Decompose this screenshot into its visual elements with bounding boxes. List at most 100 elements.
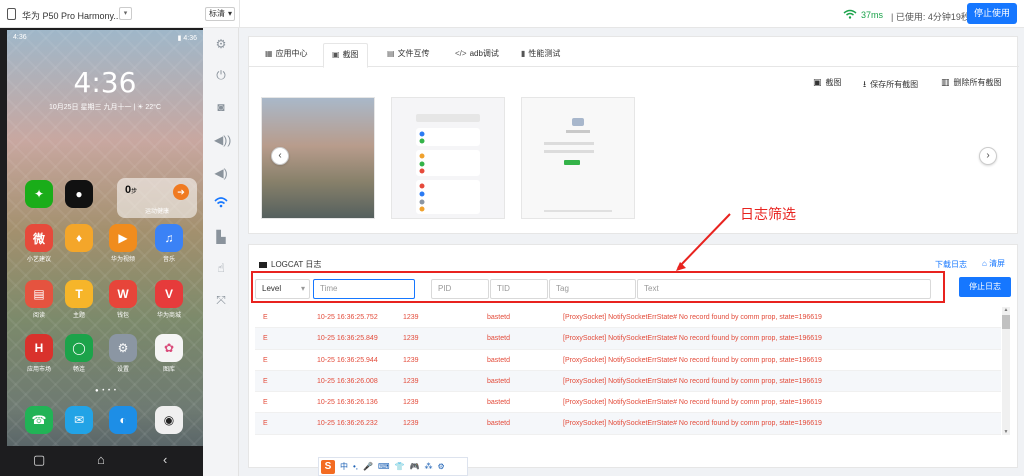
reading-icon: ▤ (25, 280, 53, 308)
filter-highlight-box (251, 271, 945, 303)
latency-value: 37ms (861, 10, 884, 20)
log-scrollbar[interactable]: ▲ ▼ (1002, 307, 1010, 435)
wallet-app[interactable]: W 钱包 (107, 280, 139, 319)
log-tag: bastetd (487, 335, 510, 343)
tab-label: 应用中心 (275, 49, 308, 58)
top-bar: 华为 P50 Pro Harmony... ▾ 标清 37ms | 已使用: 4… (0, 0, 1024, 28)
back-icon[interactable]: ‹ (163, 452, 167, 467)
page-indicator: ● • • • (95, 388, 117, 394)
download-log-link[interactable]: 下载日志 (935, 259, 967, 270)
sd-card-icon[interactable]: ▙ (214, 230, 228, 244)
delete-all-button[interactable]: ▥ 删除所有截图 (941, 77, 1002, 88)
dot-icon: ♦ (65, 224, 93, 252)
log-time: 10-25 16:36:25.849 (317, 335, 378, 343)
punctuation-icon[interactable]: •, (353, 462, 358, 471)
video-app[interactable]: ▶ 华为视频 (107, 224, 139, 263)
clear-log-button[interactable]: ⌂ 清屏 (982, 258, 1005, 269)
touch-icon[interactable]: ☝ (214, 261, 228, 275)
power-icon[interactable]: ⏻ (214, 68, 228, 82)
music-app[interactable]: ♫ 音乐 (153, 224, 185, 263)
tab-file-transfer[interactable]: ▤ 文件互传 (379, 43, 438, 65)
theme-app[interactable]: T 主题 (63, 280, 95, 319)
chart-icon: ▮ (521, 49, 526, 58)
recent-apps-icon[interactable]: ▢ (33, 452, 45, 468)
screenshot-thumbnail[interactable] (521, 97, 635, 219)
log-level: E (263, 335, 268, 343)
tab-screenshot[interactable]: ▣ 截图 (323, 43, 368, 68)
chinese-mode-icon[interactable]: 中 (340, 461, 348, 472)
phone-icon: ☎ (25, 406, 53, 434)
logcat-title-text: LOGCAT 日志 (271, 260, 322, 269)
game-icon[interactable]: 🎮 (410, 462, 420, 471)
quality-select[interactable]: 标清 (205, 7, 235, 21)
tab-label: adb调试 (469, 49, 499, 58)
weibo-icon: 微 (25, 224, 53, 252)
device-dropdown[interactable]: ▾ (119, 7, 132, 20)
log-row[interactable]: E 10-25 16:36:26.008 1239 bastetd [ProxySock… (255, 370, 1001, 393)
browser-app[interactable]: ◐ (107, 406, 139, 434)
reading-app[interactable]: ▤ 阅读 (23, 280, 55, 319)
app-label: 应用市场 (26, 367, 51, 373)
toolbox-icon[interactable]: ⁂ (424, 462, 432, 471)
log-row[interactable]: E 10-25 16:36:26.136 1239 bastetd [ProxySock… (255, 392, 1001, 414)
meetime-app[interactable]: ◯ 畅连 (63, 334, 95, 373)
volume-up-icon[interactable]: ◀)) (214, 133, 231, 147)
tab-app-center[interactable]: ▦ 应用中心 (257, 43, 316, 65)
app-wechat[interactable]: ✦ (23, 180, 55, 208)
appgallery-app[interactable]: H 应用市场 (23, 334, 55, 373)
log-row[interactable]: E 10-25 16:36:26.232 1239 bastetd [ProxySock… (255, 413, 1001, 435)
scroll-thumb[interactable] (1002, 315, 1010, 329)
log-time: 10-25 16:36:25.752 (317, 314, 378, 321)
app-qq[interactable]: ● (63, 180, 95, 208)
wifi-icon[interactable] (214, 196, 228, 210)
log-time: 10-25 16:36:26.232 (317, 420, 378, 428)
skin-icon[interactable]: 👕 (395, 462, 405, 471)
app-label: 设置 (116, 367, 129, 373)
scroll-up-icon[interactable]: ▲ (1002, 307, 1010, 313)
gear-icon[interactable]: ⚙ (214, 37, 228, 51)
vmall-app[interactable]: V 华为商城 (153, 280, 185, 319)
log-row[interactable]: E 10-25 16:36:25.944 1239 bastetd [ProxySock… (255, 350, 1001, 371)
device-screen[interactable]: 4:36 ▮ 4:36 4:36 10月25日 星期三 九月十一 | ☀ 22°… (7, 30, 203, 476)
divider (239, 0, 240, 28)
log-text: [ProxySocket] NotifySocketErrState# No r… (563, 356, 822, 364)
camera-app[interactable]: ◉ (153, 406, 185, 434)
tab-adb-debug[interactable]: </> adb调试 (447, 43, 507, 65)
log-text: [ProxySocket] NotifySocketErrState# No r… (563, 399, 822, 407)
capture-button[interactable]: ▣ 截图 (813, 77, 842, 88)
stop-use-button[interactable]: 停止使用 (967, 3, 1017, 24)
device-name: 华为 P50 Pro Harmony... (22, 11, 121, 21)
log-level: E (263, 399, 268, 407)
app-root: 华为 P50 Pro Harmony... ▾ 标清 37ms | 已使用: 4… (0, 0, 1024, 476)
gallery-app[interactable]: ✿ 图库 (153, 334, 185, 373)
scroll-down-icon[interactable]: ▼ (1002, 429, 1010, 435)
log-row[interactable]: E 10-25 16:36:25.752 1239 bastetd [ProxySock… (255, 307, 1001, 329)
usage-duration: | 已使用: 4分钟19秒 (891, 12, 970, 22)
tab-performance[interactable]: ▮ 性能测试 (513, 43, 568, 65)
carousel-prev-button[interactable]: ‹ (271, 147, 289, 165)
home-icon[interactable]: ⌂ (97, 452, 105, 467)
ime-settings-icon[interactable]: ⚙ (437, 462, 444, 471)
dot-app[interactable]: ♦ (63, 224, 95, 254)
screenshot-thumbnail[interactable] (391, 97, 505, 219)
phone-app[interactable]: ☎ (23, 406, 55, 434)
save-all-button[interactable]: ⭳ 保存所有截图 (863, 77, 918, 93)
messages-app[interactable]: ✉ (63, 406, 95, 434)
app-label: 音乐 (162, 257, 175, 263)
sogou-logo-icon[interactable]: S (321, 459, 335, 474)
volume-down-icon[interactable]: ◀) (214, 166, 228, 180)
fullscreen-icon[interactable]: ⤧ (214, 293, 228, 307)
app-center-icon: ▦ (265, 49, 273, 58)
camera-icon[interactable]: ◙ (214, 100, 228, 114)
app-label: 阅读 (32, 313, 45, 319)
microphone-icon[interactable]: 🎤 (363, 462, 373, 471)
carousel-next-button[interactable]: › (979, 147, 997, 165)
log-row[interactable]: E 10-25 16:36:25.849 1239 bastetd [ProxySock… (255, 328, 1001, 350)
settings-app[interactable]: ⚙ 设置 (107, 334, 139, 373)
weibo-app[interactable]: 微小艺建议 (23, 224, 55, 263)
stop-log-button[interactable]: 停止日志 (959, 277, 1011, 297)
screenshot-icon: ▣ (332, 50, 340, 59)
keyboard-icon[interactable]: ⌨ (378, 462, 390, 471)
log-text: [ProxySocket] NotifySocketErrState# No r… (563, 335, 822, 343)
lockscreen-clock: 4:36 (73, 66, 137, 99)
